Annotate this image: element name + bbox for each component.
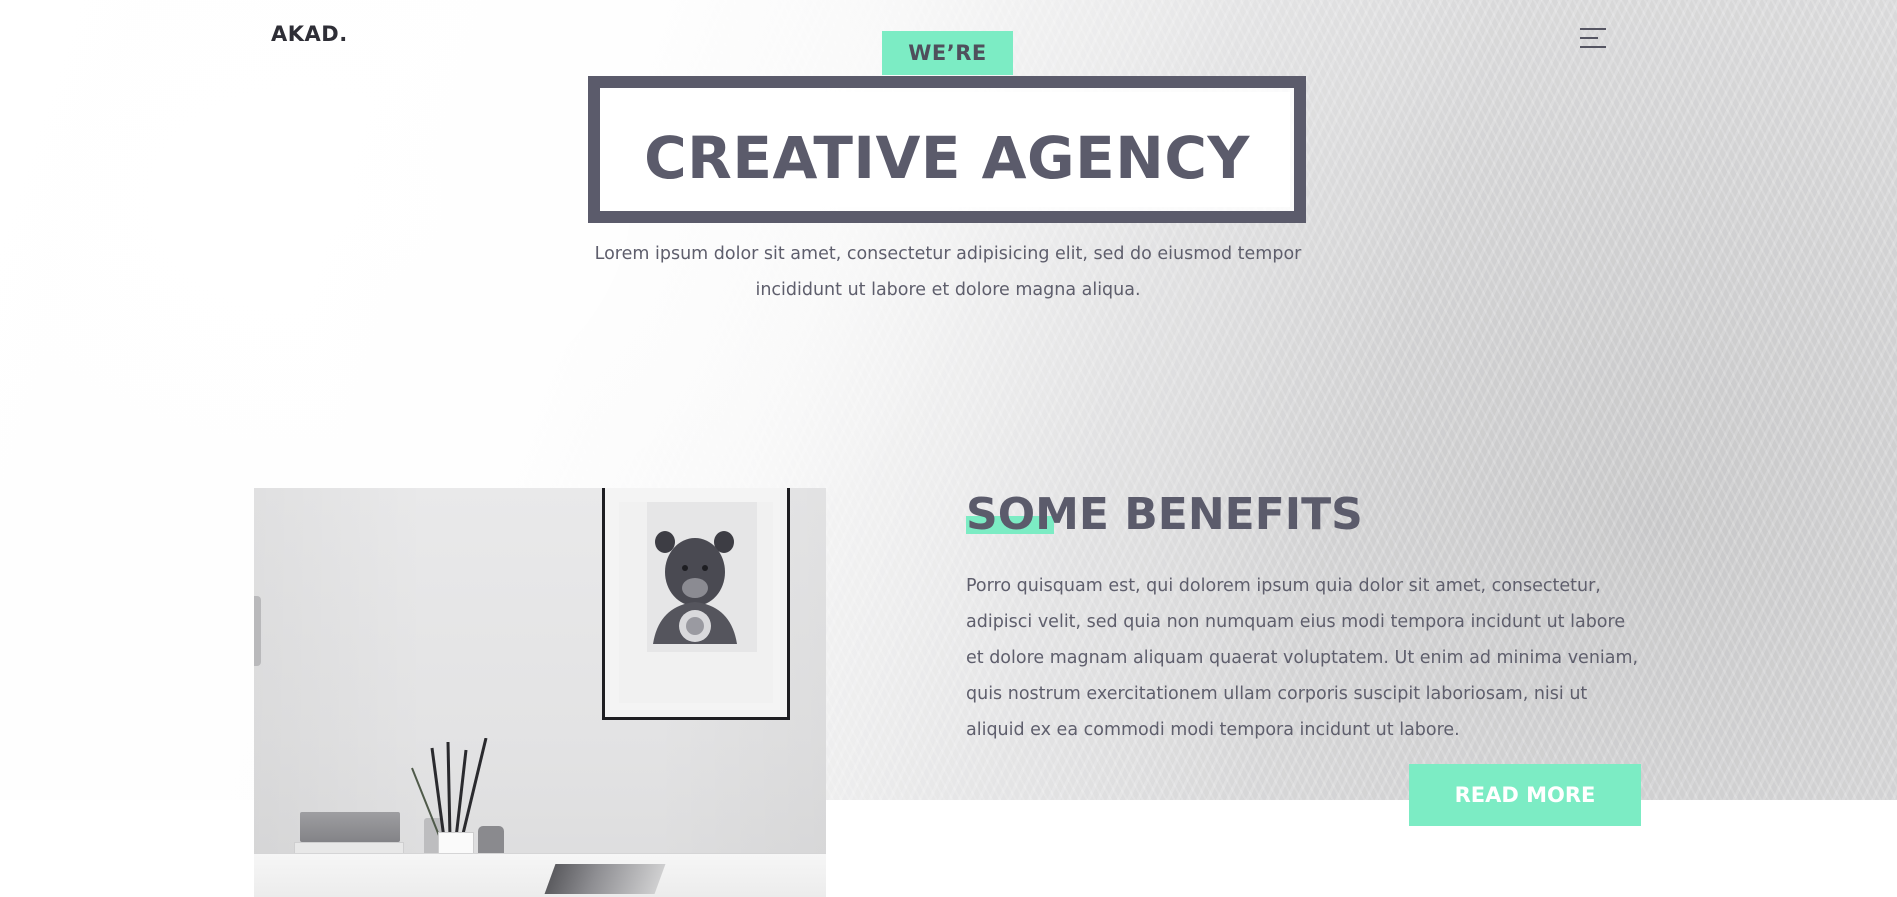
read-more-button[interactable]: READ MORE <box>1409 764 1641 826</box>
photo-frame-mat <box>619 502 773 703</box>
logo[interactable]: AKAD. <box>271 22 348 46</box>
photo-door-handle <box>254 596 261 666</box>
photo-storage-box <box>300 812 400 842</box>
menu-line-icon <box>1580 28 1606 30</box>
menu-line-icon <box>1580 37 1598 39</box>
benefits-title: SOME BENEFITS <box>966 489 1363 540</box>
page: AKAD. WE’RE CREATIVE AGENCY Lorem ipsum … <box>0 0 1897 897</box>
hamburger-menu-icon[interactable] <box>1580 28 1606 50</box>
menu-line-icon <box>1580 46 1606 48</box>
benefits-text: Porro quisquam est, qui dolorem ipsum qu… <box>966 576 1639 740</box>
bear-illustration-icon <box>647 502 757 652</box>
hero-badge: WE’RE <box>882 31 1013 75</box>
workspace-photo <box>254 488 826 897</box>
hero-subtitle: Lorem ipsum dolor sit amet, consectetur … <box>594 244 1302 300</box>
photo-picture-frame <box>602 488 790 720</box>
photo-magazine <box>544 864 666 894</box>
headline-inner: CREATIVE AGENCY <box>604 92 1290 207</box>
headline-frame: CREATIVE AGENCY <box>588 76 1306 223</box>
photo-desk <box>254 853 826 897</box>
hero-headline: CREATIVE AGENCY <box>644 124 1250 192</box>
benefits-heading: SOME BENEFITS <box>966 490 1363 540</box>
